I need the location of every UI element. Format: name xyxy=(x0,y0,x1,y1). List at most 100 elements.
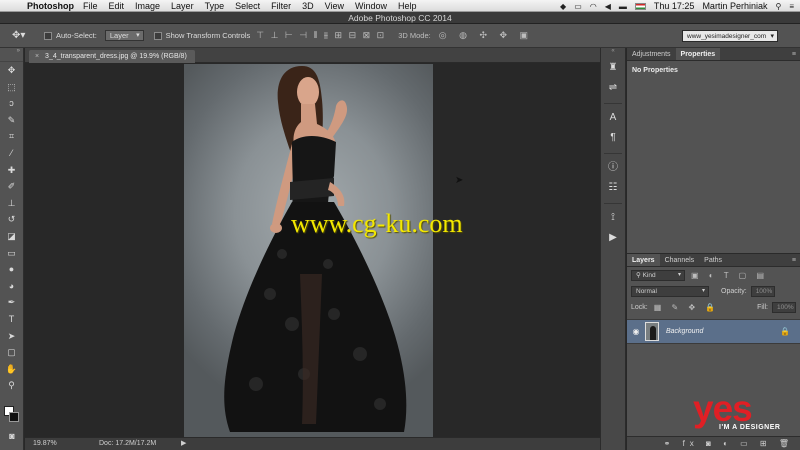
show-transform-label: Show Transform Controls xyxy=(165,31,251,40)
app-menu[interactable]: Photoshop xyxy=(27,1,74,11)
opacity-field[interactable]: 100% xyxy=(750,285,775,297)
logo-tagline: I'M A DESIGNER xyxy=(719,424,781,431)
layer-name[interactable]: Background xyxy=(666,328,703,335)
lock-icon: 🔒 xyxy=(780,327,790,336)
menu-type[interactable]: Type xyxy=(205,1,225,11)
tab-paths[interactable]: Paths xyxy=(699,254,727,266)
lock-options-icons[interactable]: ▦ ✎ ✥ 🔒 xyxy=(654,303,720,312)
wifi-icon[interactable]: ◠ xyxy=(590,2,597,11)
tab-properties[interactable]: Properties xyxy=(675,48,721,60)
mac-menu-bar: Photoshop File Edit Image Layer Type Sel… xyxy=(0,0,800,12)
layers-footer-buttons[interactable]: ⚭ fx ◙ ◐ ▭ ⊞ 🗑 xyxy=(627,436,800,450)
menu-layer[interactable]: Layer xyxy=(171,1,194,11)
dodge-icon[interactable]: ◕ xyxy=(0,278,23,295)
spotlight-icon[interactable]: ⚲ xyxy=(775,2,781,11)
3d-mode-tools-icon[interactable]: ◎ ◍ ✣ ✥ ▣ xyxy=(439,30,533,41)
layers-menu-icon[interactable]: ≡ xyxy=(792,254,800,266)
menu-edit[interactable]: Edit xyxy=(109,1,125,11)
close-tab-icon[interactable]: × xyxy=(35,53,39,60)
layer-filter-icons[interactable]: ▣ ◐ T ▢ ▤ xyxy=(691,271,768,280)
panel-menu-icon[interactable]: ≡ xyxy=(792,48,800,60)
blur-icon[interactable]: ● xyxy=(0,261,23,278)
auto-select-checkbox[interactable] xyxy=(44,31,52,40)
type-icon[interactable]: T xyxy=(0,311,23,328)
pen-icon[interactable]: ✒ xyxy=(0,294,23,311)
menubar-user[interactable]: Martin Perhiniak xyxy=(702,1,767,11)
tool-preset-move-icon[interactable]: ✥▾ xyxy=(12,30,34,41)
actions-panel-icon[interactable]: ▶ xyxy=(601,228,625,248)
menu-image[interactable]: Image xyxy=(135,1,160,11)
zoom-level[interactable]: 19.87% xyxy=(33,438,57,450)
lasso-icon[interactable]: ↄ xyxy=(0,95,23,112)
history-brush-icon[interactable]: ↺ xyxy=(0,211,23,228)
eyedropper-icon[interactable]: ⁄ xyxy=(0,145,23,162)
quick-mask-icon[interactable]: ◙ xyxy=(0,428,24,445)
airplay-icon[interactable]: ▭ xyxy=(574,2,582,11)
toolbar-collapse-icon[interactable]: » xyxy=(0,48,23,62)
brush-icon[interactable]: ✐ xyxy=(0,178,23,195)
layer-thumbnail xyxy=(645,322,659,341)
layer-filter-dropdown[interactable]: ⚲ Kind xyxy=(631,269,685,281)
status-menu-arrow-icon[interactable]: ▶ xyxy=(181,438,186,450)
dock-collapse-icon[interactable]: « xyxy=(601,48,625,58)
quick-select-icon[interactable]: ✎ xyxy=(0,112,23,129)
menubar-clock[interactable]: Thu 17:25 xyxy=(654,1,695,11)
dropbox-icon[interactable]: ◆ xyxy=(560,2,566,11)
menu-select[interactable]: Select xyxy=(235,1,260,11)
menu-help[interactable]: Help xyxy=(398,1,417,11)
show-transform-checkbox[interactable] xyxy=(153,31,162,40)
volume-icon[interactable]: ◀ xyxy=(605,2,611,11)
shape-icon[interactable]: ▢ xyxy=(0,344,23,361)
stamp-icon[interactable]: ⊥ xyxy=(0,195,23,212)
tab-adjustments[interactable]: Adjustments xyxy=(627,48,676,60)
fill-field[interactable]: 100% xyxy=(772,301,796,313)
menu-window[interactable]: Window xyxy=(355,1,387,11)
document-info: Doc: 17.2M/17.2M xyxy=(99,440,157,447)
workspace-switcher[interactable]: www_yesimadesigner_com xyxy=(682,30,778,42)
gradient-icon[interactable]: ▭ xyxy=(0,245,23,262)
layer-row[interactable]: ◉ Background 🔒 xyxy=(627,319,800,344)
layer-filter-label: Kind xyxy=(642,271,656,279)
fill-label: Fill: xyxy=(757,303,768,311)
brush-settings-panel-icon[interactable]: ⇌ xyxy=(601,78,625,98)
move-icon[interactable]: ✥ xyxy=(0,62,23,79)
paragraph-panel-icon[interactable]: ¶ xyxy=(601,128,625,148)
zoom-icon[interactable]: ⚲ xyxy=(0,377,23,394)
hand-icon[interactable]: ✋ xyxy=(0,361,23,378)
properties-panel: Adjustments Properties ≡ No Properties xyxy=(627,48,800,251)
healing-icon[interactable]: ✚ xyxy=(0,162,23,179)
notification-center-icon[interactable]: ≡ xyxy=(789,2,794,11)
menu-view[interactable]: View xyxy=(325,1,344,11)
document-tab[interactable]: × 3_4_transparent_dress.jpg @ 19.9% (RGB… xyxy=(29,50,195,63)
battery-icon[interactable]: ▬ xyxy=(619,2,627,11)
input-source-flag-icon[interactable] xyxy=(634,2,646,10)
logo-word: yes xyxy=(693,388,753,429)
eraser-icon[interactable]: ◪ xyxy=(0,228,23,245)
character-panel-icon[interactable]: A xyxy=(601,108,625,128)
styles-panel-icon[interactable]: ☷ xyxy=(601,178,625,198)
menu-3d[interactable]: 3D xyxy=(302,1,314,11)
dock-separator xyxy=(604,98,622,104)
menu-filter[interactable]: Filter xyxy=(271,1,291,11)
tab-layers[interactable]: Layers xyxy=(627,254,660,266)
canvas-area[interactable]: www.cg-ku.com ➤ xyxy=(25,63,600,437)
crop-icon[interactable]: ⌗ xyxy=(0,128,23,145)
document-tab-label: 3_4_transparent_dress.jpg @ 19.9% (RGB/8… xyxy=(45,53,187,60)
menu-file[interactable]: File xyxy=(83,1,98,11)
clone-source-panel-icon[interactable]: ⟟ xyxy=(601,208,625,228)
align-buttons-icon[interactable]: ⊤ ⊥ ⊢ ⊣ ⫴ ⫵ ⊞ ⊟ ⊠ ⊡ xyxy=(256,30,386,41)
color-swatches[interactable] xyxy=(4,406,20,424)
marquee-icon[interactable]: ⬚ xyxy=(0,79,23,96)
window-title-bar: Adobe Photoshop CC 2014 xyxy=(0,12,800,24)
background-color-swatch[interactable] xyxy=(9,412,19,422)
document-image[interactable] xyxy=(184,64,433,437)
tools-panel: » ✥ ⬚ ↄ ✎ ⌗ ⁄ ✚ ✐ ⊥ ↺ ◪ ▭ ● ◕ ✒ T ➤ ▢ ✋ … xyxy=(0,48,24,450)
auto-select-dropdown[interactable]: Layer xyxy=(104,30,144,41)
blend-mode-dropdown[interactable]: Normal xyxy=(631,285,709,297)
eye-icon[interactable]: ◉ xyxy=(627,327,645,336)
info-panel-icon[interactable]: ⓘ xyxy=(601,158,625,178)
menu-extras: ◆ ▭ ◠ ◀ ▬ Thu 17:25 Martin Perhiniak ⚲ ≡ xyxy=(560,0,794,12)
path-select-icon[interactable]: ➤ xyxy=(0,328,23,345)
tab-channels[interactable]: Channels xyxy=(660,254,700,266)
history-panel-icon[interactable]: ♜ xyxy=(601,58,625,78)
